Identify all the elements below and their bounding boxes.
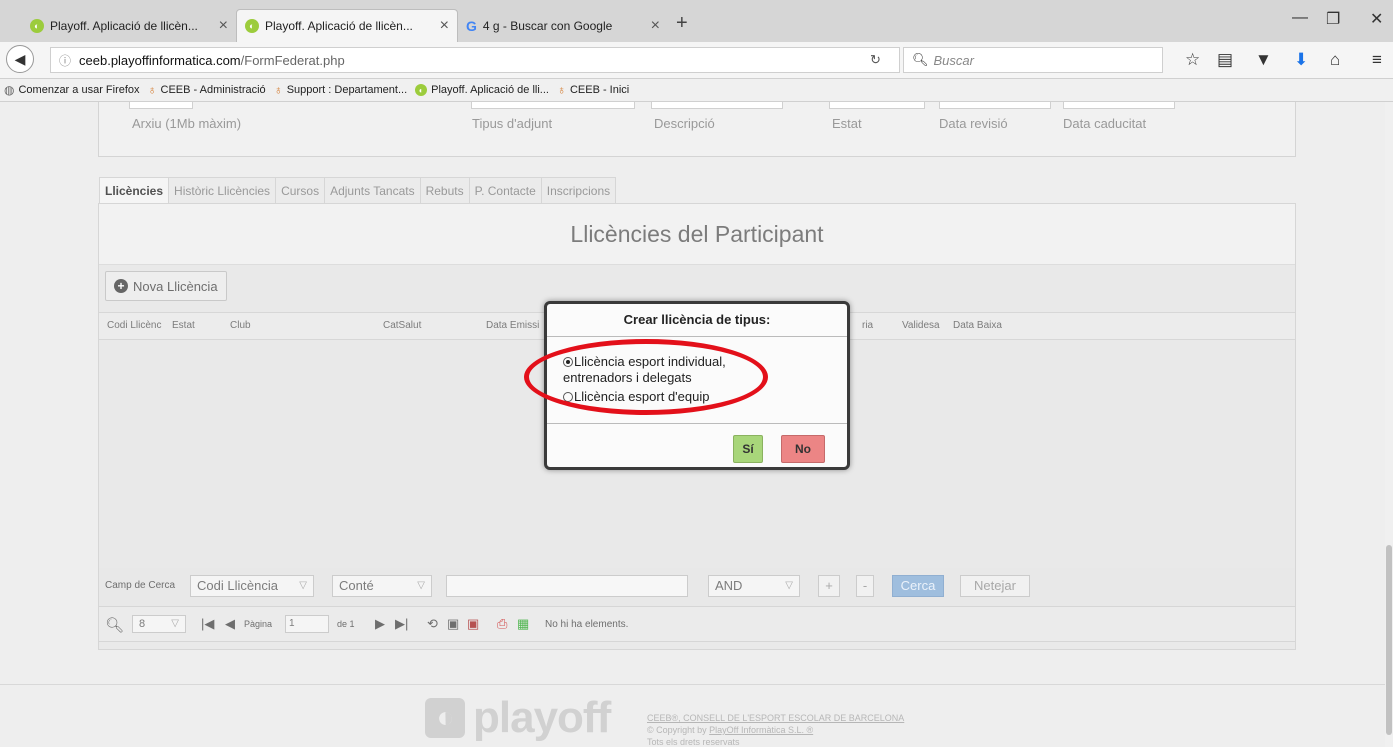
back-arrow-icon[interactable]: ◀ xyxy=(6,45,34,73)
bookmark-star-icon[interactable]: ☆ xyxy=(1185,50,1200,70)
pocket-icon[interactable]: ▼ xyxy=(1255,50,1272,70)
bookmark-ceeb-inici[interactable]: ♁ CEEB - Inici xyxy=(557,83,629,97)
google-icon: G xyxy=(466,17,477,34)
browser-tab-3[interactable]: G 4 g - Buscar con Google × xyxy=(458,9,668,42)
bookmark-playoff[interactable]: ◐ Playoff. Aplicació de lli... xyxy=(415,84,549,96)
close-tab-icon[interactable]: × xyxy=(219,17,228,35)
info-icon: ⓘ xyxy=(59,53,72,68)
reading-list-icon[interactable]: ▤ xyxy=(1217,50,1233,70)
playoff-icon: ◐ xyxy=(415,84,428,96)
restore-icon[interactable]: ❐ xyxy=(1326,9,1340,29)
scrollbar-thumb[interactable] xyxy=(1386,545,1392,735)
home-icon[interactable]: ⌂ xyxy=(1330,50,1340,70)
close-tab-icon[interactable]: × xyxy=(440,17,449,35)
url-bar[interactable]: ⓘ ceeb.playoffinformatica.com/FormFedera… xyxy=(50,47,900,73)
reload-icon[interactable]: ↻ xyxy=(870,52,881,68)
close-tab-icon[interactable]: × xyxy=(651,17,660,35)
browser-tab-1[interactable]: ◐ Playoff. Aplicació de llicèn... × xyxy=(22,9,236,42)
playoff-icon: ◐ xyxy=(245,19,259,33)
highlight-annotation xyxy=(524,339,768,415)
bookmark-firefox[interactable]: ◍ Comenzar a usar Firefox xyxy=(4,83,140,97)
no-button[interactable]: No xyxy=(781,435,825,463)
new-tab-icon[interactable]: + xyxy=(676,12,688,35)
yes-button[interactable]: Sí xyxy=(733,435,763,463)
ceeb-icon: ♁ xyxy=(556,83,566,97)
minimize-icon[interactable]: — xyxy=(1292,9,1308,27)
bookmark-support[interactable]: ♁ Support : Departament... xyxy=(274,83,407,97)
bookmark-ceeb-admin[interactable]: ♁ CEEB - Administració xyxy=(148,83,266,97)
dialog-divider xyxy=(547,423,847,424)
bookmarks-bar: ◍ Comenzar a usar Firefox ♁ CEEB - Adminis… xyxy=(0,79,1393,102)
browser-search-input[interactable]: 🔍︎ Buscar xyxy=(903,47,1163,73)
playoff-icon: ◐ xyxy=(30,18,44,33)
close-window-icon[interactable]: ✕ xyxy=(1370,9,1383,29)
download-icon[interactable]: ⬇ xyxy=(1294,50,1308,70)
ceeb-icon: ♁ xyxy=(147,83,157,97)
menu-icon[interactable]: ≡ xyxy=(1372,50,1382,70)
dialog-title: Crear llicència de tipus: xyxy=(547,304,847,337)
search-icon: 🔍︎ xyxy=(912,52,929,67)
globe-icon: ◍ xyxy=(4,83,15,97)
browser-tab-2[interactable]: ◐ Playoff. Aplicació de llicèn... × xyxy=(236,9,458,42)
browser-tab-bar: ◐ Playoff. Aplicació de llicèn... × ◐ Pl… xyxy=(0,0,1393,42)
ceeb-icon: ♁ xyxy=(273,83,283,97)
